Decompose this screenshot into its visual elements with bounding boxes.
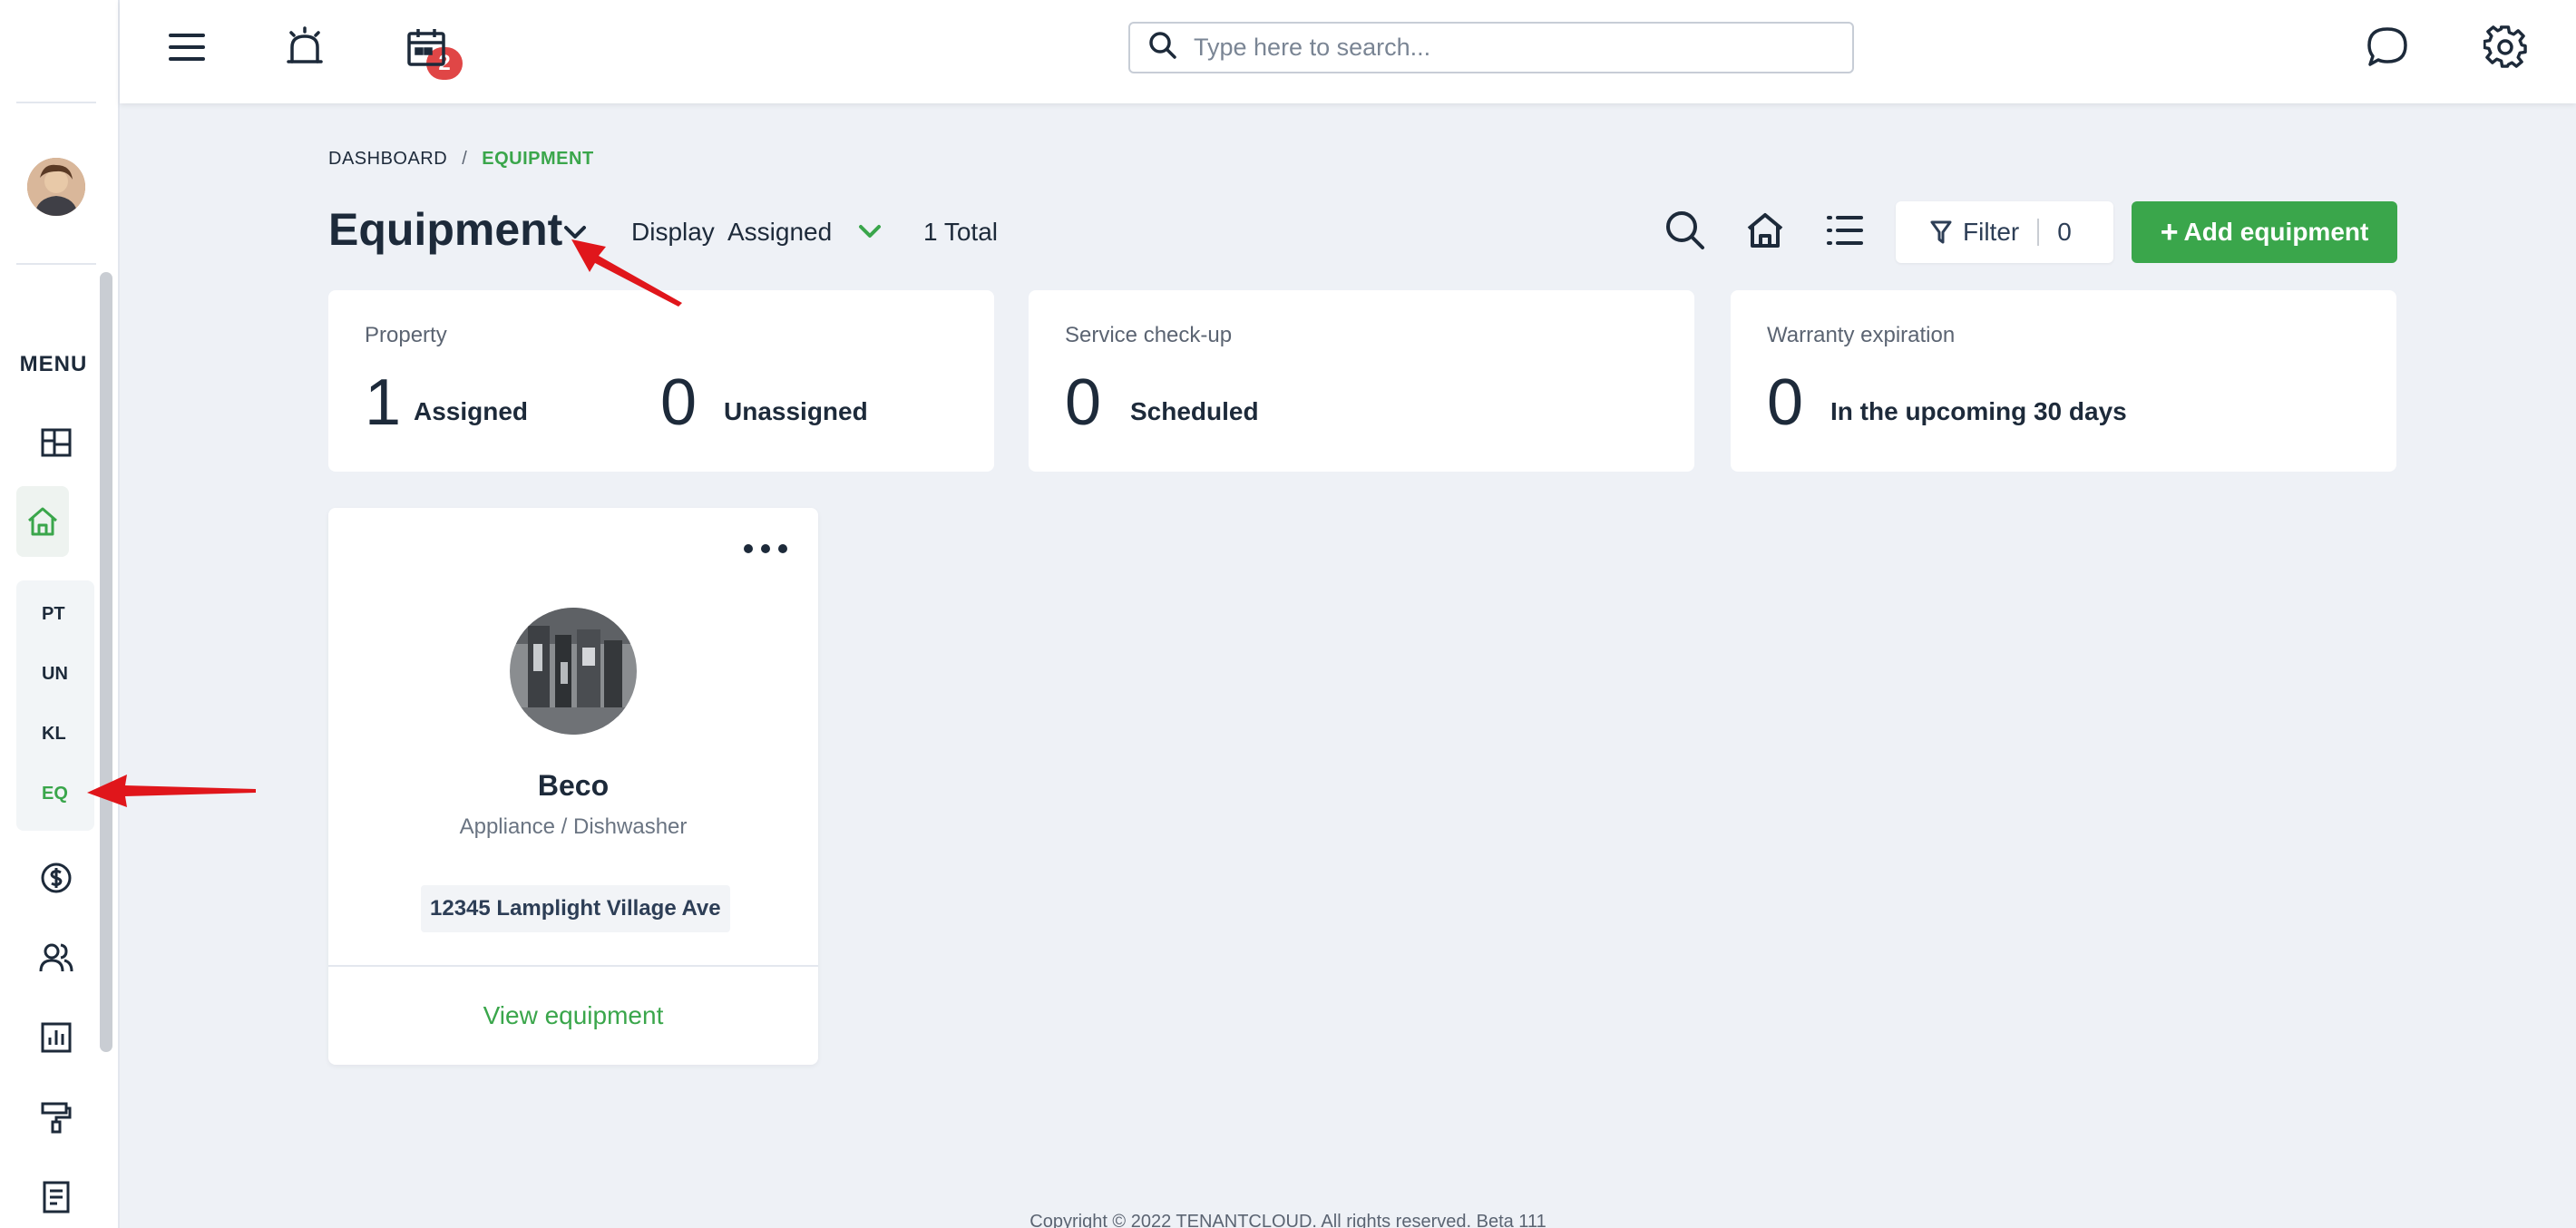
submenu-item-kl[interactable]: KL: [16, 724, 94, 745]
equipment-card: Beco Appliance / Dishwasher 12345 Lampli…: [328, 508, 818, 1065]
accounting-dollar-icon[interactable]: [31, 853, 82, 903]
paint-roller-icon[interactable]: [31, 1092, 82, 1143]
page-title: Equipment: [328, 204, 563, 255]
warranty-label: In the upcoming 30 days: [1830, 397, 2127, 425]
submenu-item-eq[interactable]: EQ: [16, 784, 94, 804]
annotation-arrow-icon: [571, 239, 682, 307]
stat-card-label: Property: [365, 323, 447, 347]
people-icon[interactable]: [31, 932, 82, 983]
add-equipment-button[interactable]: + Add equipment: [2132, 201, 2397, 263]
scheduled-label: Scheduled: [1130, 397, 1259, 425]
footer-copyright: Copyright © 2022 TENANTCLOUD. All rights…: [1029, 1212, 1547, 1228]
view-equipment-link[interactable]: View equipment: [328, 1001, 818, 1030]
equipment-address[interactable]: 12345 Lamplight Village Ave: [421, 885, 730, 932]
reports-chart-icon[interactable]: [31, 1012, 82, 1063]
list-view-icon[interactable]: [1820, 205, 1870, 256]
hamburger-menu-icon[interactable]: [160, 20, 214, 74]
stat-card-label: Warranty expiration: [1767, 323, 1956, 347]
top-bar: 2: [120, 0, 2576, 103]
equipment-photo: [510, 608, 637, 735]
menu-title: MENU: [19, 352, 88, 376]
properties-home-icon[interactable]: [16, 486, 69, 557]
add-equipment-label: Add equipment: [2183, 218, 2369, 246]
dashboard-icon[interactable]: [31, 417, 82, 468]
scheduled-count: 0: [1065, 366, 1102, 439]
search-box[interactable]: [1128, 22, 1854, 73]
settings-gear-icon[interactable]: [2478, 20, 2532, 74]
assigned-count: 1: [365, 366, 402, 439]
filter-button[interactable]: Filter 0: [1896, 201, 2113, 263]
filter-divider: [2037, 219, 2040, 246]
search-icon[interactable]: [1660, 205, 1711, 256]
card-divider: [328, 965, 818, 967]
service-checkup-stat-card: Service check-up 0 Scheduled: [1029, 290, 1694, 472]
properties-submenu: PT UN KL EQ: [16, 580, 94, 831]
home-view-icon[interactable]: [1740, 205, 1791, 256]
breadcrumb-equipment: EQUIPMENT: [482, 149, 594, 169]
filter-count: 0: [2057, 218, 2072, 246]
filter-funnel-icon: [1930, 219, 1952, 245]
calendar-icon[interactable]: [399, 20, 454, 74]
breadcrumb-dashboard[interactable]: DASHBOARD: [328, 149, 447, 170]
sidebar-divider: [16, 102, 96, 103]
sidebar: MENU PT UN KL EQ: [0, 0, 120, 1228]
more-options-icon[interactable]: [744, 535, 787, 562]
property-stat-card: Property 1 Assigned 0 Unassigned: [328, 290, 994, 472]
warranty-count: 0: [1767, 366, 1804, 439]
total-count: 1 Total: [923, 218, 998, 246]
annotation-arrow-icon: [87, 775, 256, 807]
search-input[interactable]: [1194, 34, 1829, 62]
alarm-bell-icon[interactable]: [278, 20, 332, 74]
unassigned-count: 0: [660, 366, 698, 439]
chevron-down-icon[interactable]: [854, 216, 885, 247]
stat-card-label: Service check-up: [1065, 323, 1233, 347]
unassigned-label: Unassigned: [724, 397, 868, 425]
sidebar-divider: [16, 263, 96, 265]
sidebar-scrollbar[interactable]: [100, 272, 112, 1052]
breadcrumb: DASHBOARD / EQUIPMENT: [328, 149, 594, 170]
submenu-item-pt[interactable]: PT: [16, 604, 94, 625]
submenu-item-un[interactable]: UN: [16, 664, 94, 685]
filter-label: Filter: [1963, 218, 2020, 246]
assigned-label: Assigned: [414, 397, 529, 425]
chat-bubble-icon[interactable]: [2360, 20, 2415, 74]
plus-icon: +: [2160, 215, 2179, 249]
equipment-name: Beco: [537, 769, 610, 802]
avatar[interactable]: [27, 158, 85, 216]
search-icon: [1148, 31, 1177, 64]
display-select[interactable]: Assigned: [727, 218, 832, 247]
equipment-category: Appliance / Dishwasher: [459, 814, 688, 839]
warranty-expiration-stat-card: Warranty expiration 0 In the upcoming 30…: [1731, 290, 2396, 472]
breadcrumb-separator: /: [462, 149, 468, 169]
